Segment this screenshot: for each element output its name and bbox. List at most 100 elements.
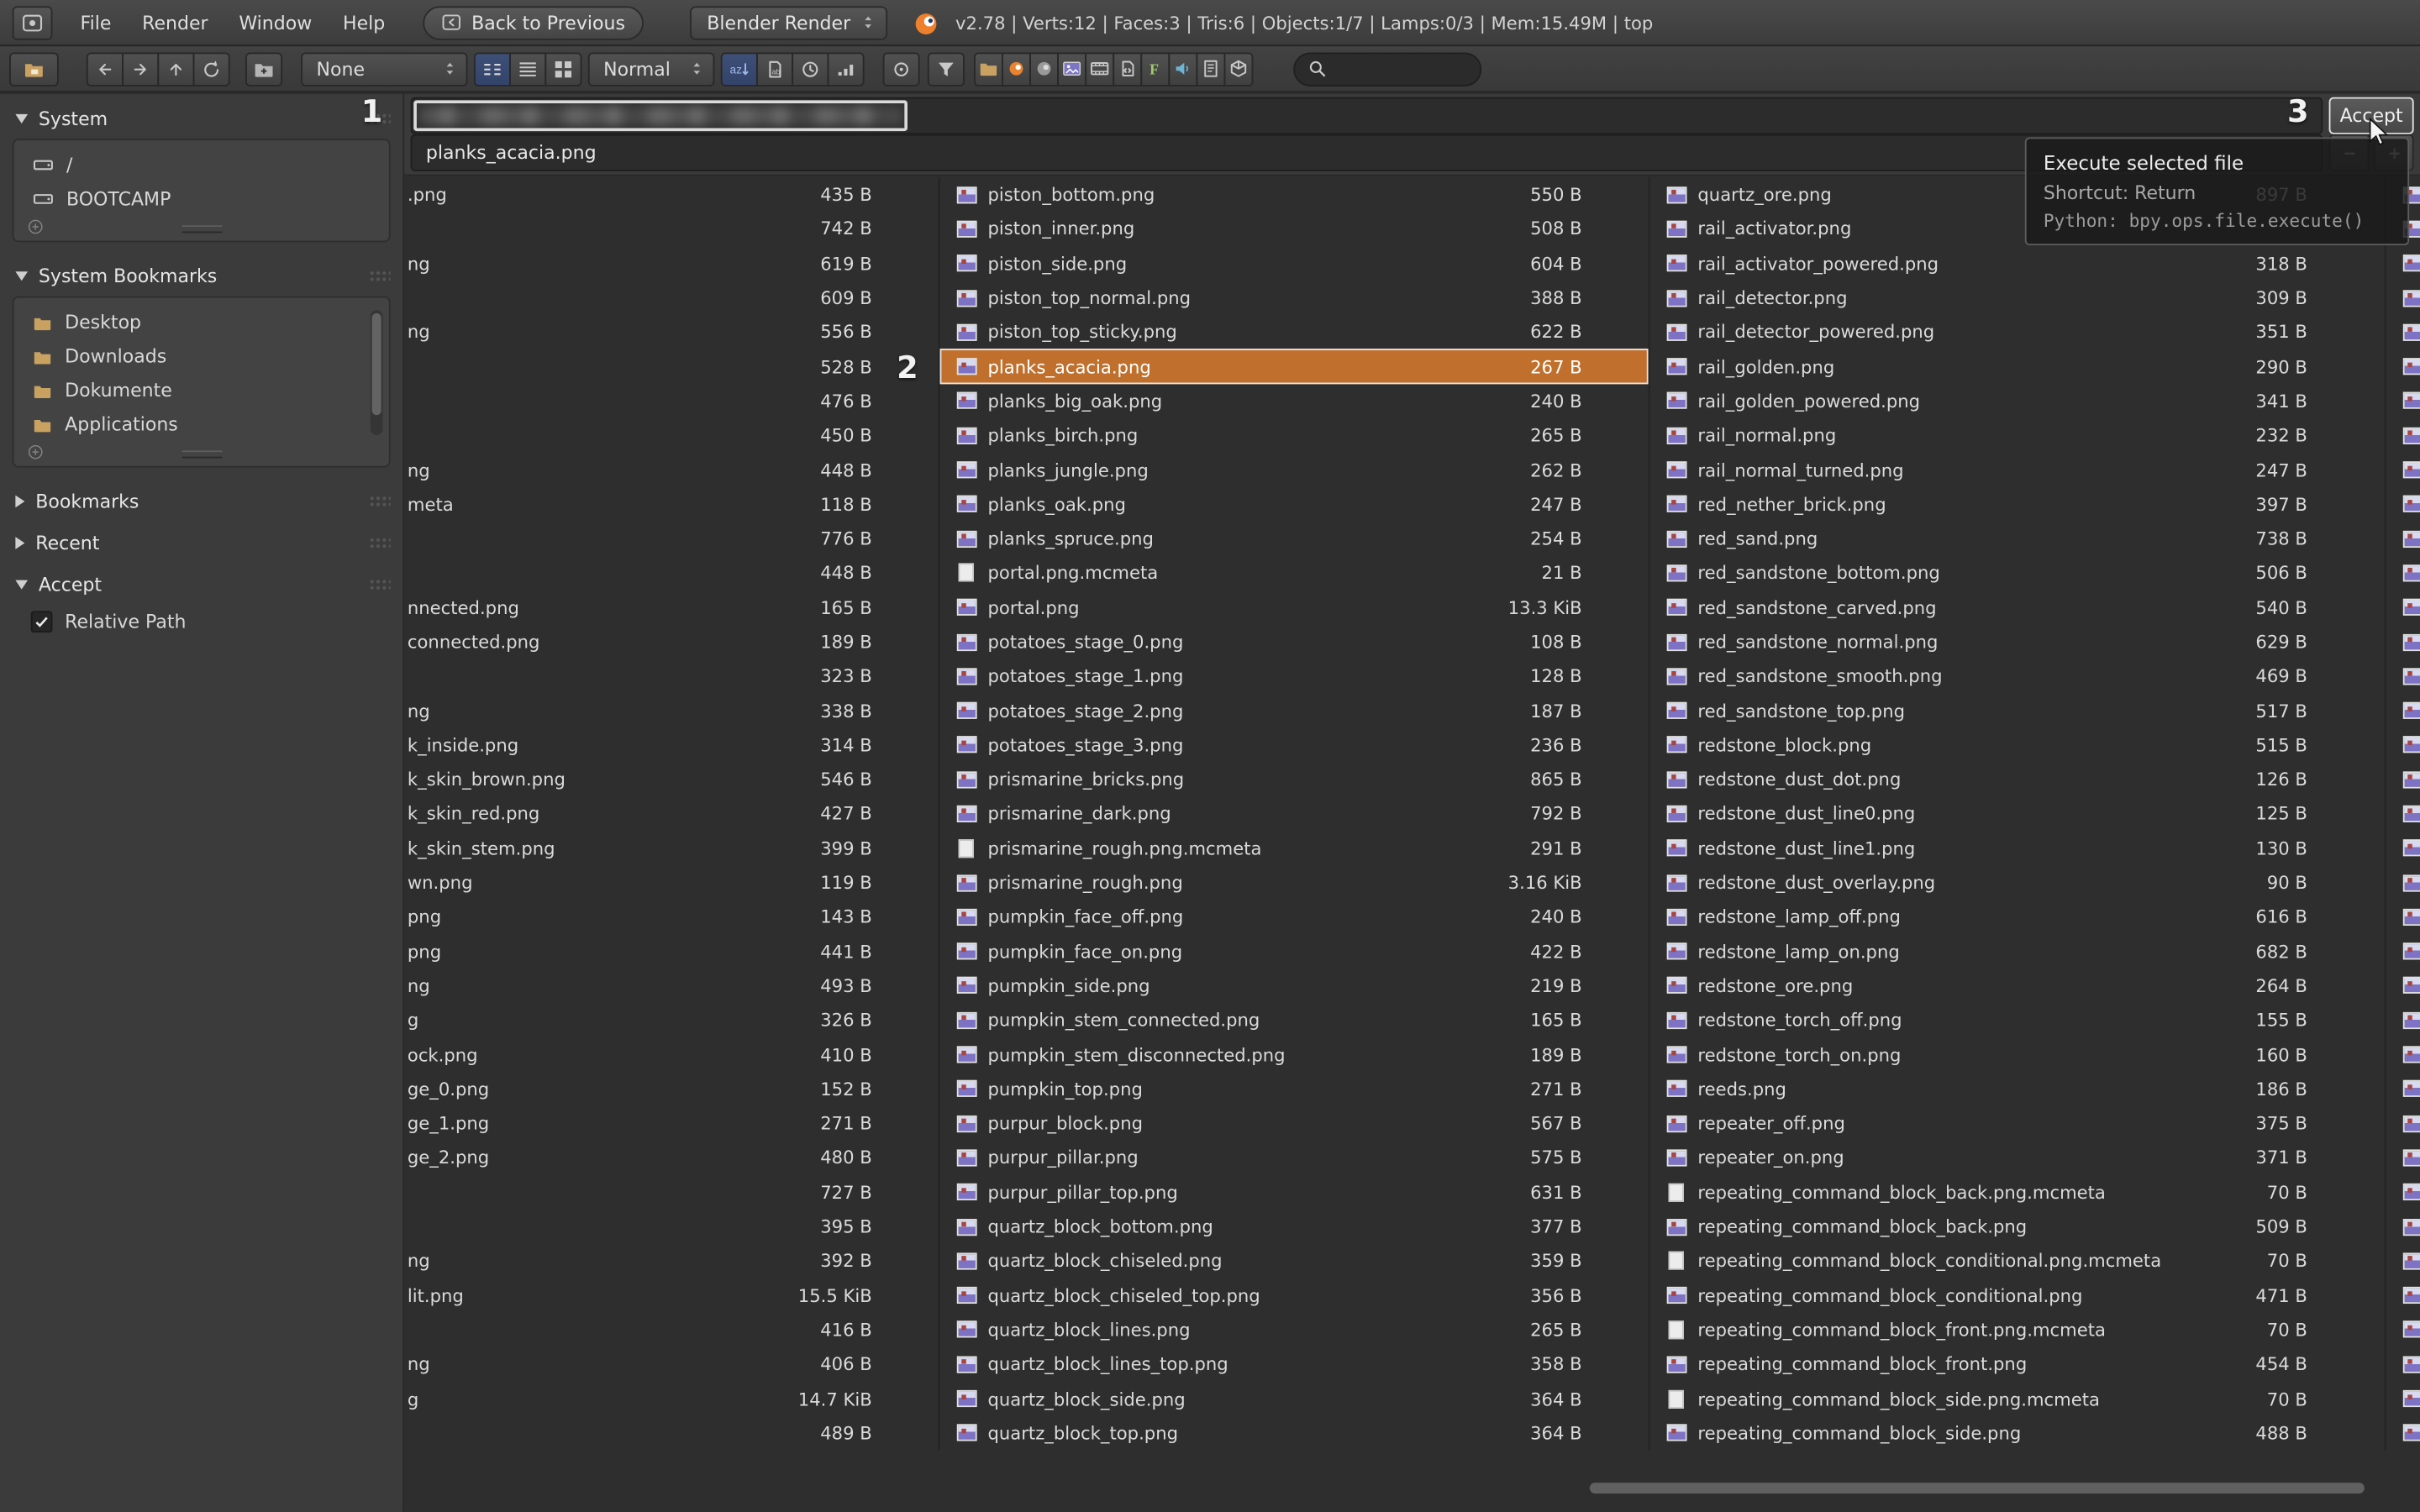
file-row[interactable]: red_nether_brick.png397 B [1649,487,2384,522]
file-row[interactable]: wn.png119 B [404,865,939,900]
file-row[interactable]: g14.7 KiB [404,1382,939,1416]
add-bookmark-icon[interactable] [26,443,45,461]
file-row[interactable]: 489 B [404,1416,939,1451]
file-row[interactable] [2386,900,2420,934]
file-row[interactable]: ge_1.png271 B [404,1106,939,1141]
file-row[interactable]: rail_normal_turned.png247 B [1649,453,2384,487]
file-row[interactable]: potatoes_stage_2.png187 B [940,694,1649,728]
panel-grip[interactable] [369,270,391,282]
menu-render[interactable]: Render [127,7,224,38]
file-row[interactable]: quartz_block_side.png364 B [940,1382,1649,1416]
bookmarks-scrollbar[interactable] [371,310,383,435]
sidebar-item-dokumente[interactable]: Dokumente [24,373,380,407]
panel-grip[interactable] [369,579,391,591]
file-row[interactable]: repeater_off.png375 B [1649,1106,2384,1141]
file-row[interactable]: pumpkin_stem_connected.png165 B [940,1003,1649,1037]
text-filter-toggle[interactable] [1196,52,1225,86]
file-row[interactable]: planks_jungle.png262 B [940,453,1649,487]
file-row[interactable] [2386,727,2420,762]
sort-alphabetical-button[interactable]: az [721,52,758,86]
back-to-previous-button[interactable]: Back to Previous [422,5,644,39]
file-row[interactable] [2386,418,2420,453]
directory-path-field[interactable] [411,97,2323,134]
file-row[interactable]: red_sandstone_carved.png540 B [1649,591,2384,625]
file-row[interactable]: planks_big_oak.png240 B [940,384,1649,418]
file-row[interactable] [2386,1210,2420,1244]
menu-window[interactable]: Window [224,7,328,38]
parent-directory-button[interactable] [157,52,194,86]
panel-grip[interactable] [369,537,391,549]
file-row[interactable]: rail_detector_powered.png351 B [1649,315,2384,349]
file-row[interactable]: ng619 B [404,246,939,281]
display-size-dropdown[interactable]: Normal [588,52,715,86]
file-row[interactable]: k_skin_red.png427 B [404,796,939,831]
file-row[interactable] [2386,831,2420,865]
file-row[interactable] [2386,246,2420,281]
file-row[interactable]: red_sandstone_smooth.png469 B [1649,659,2384,694]
file-row[interactable]: 450 B [404,418,939,453]
sidebar-item-[interactable]: / [24,148,380,181]
file-row[interactable]: 323 B [404,659,939,694]
script-filter-toggle[interactable] [1113,52,1142,86]
file-row[interactable]: k_skin_stem.png399 B [404,831,939,865]
file-row[interactable] [2386,453,2420,487]
file-row[interactable]: redstone_dust_dot.png126 B [1649,762,2384,796]
file-row[interactable]: repeating_command_block_side.png.mcmeta7… [1649,1382,2384,1416]
file-row[interactable]: redstone_dust_overlay.png90 B [1649,865,2384,900]
file-row[interactable] [2386,694,2420,728]
file-row[interactable]: potatoes_stage_3.png236 B [940,727,1649,762]
file-row[interactable]: g326 B [404,1003,939,1037]
file-row[interactable]: planks_oak.png247 B [940,487,1649,522]
datablock-filter-toggle[interactable] [1224,52,1254,86]
file-row[interactable]: connected.png189 B [404,625,939,659]
sort-extension-button[interactable]: ab [756,52,793,86]
file-row[interactable]: repeating_command_block_conditional.png.… [1649,1244,2384,1278]
sort-size-button[interactable] [827,52,864,86]
panel-grip[interactable] [369,496,391,508]
sidebar-item-desktop[interactable]: Desktop [24,306,380,339]
file-row[interactable] [2386,1313,2420,1347]
operator-panel-header[interactable]: Accept [0,560,402,602]
file-row[interactable]: redstone_lamp_off.png616 B [1649,900,2384,934]
file-row[interactable] [2386,1141,2420,1175]
file-row[interactable]: pumpkin_stem_disconnected.png189 B [940,1037,1649,1072]
file-row[interactable]: purpur_block.png567 B [940,1106,1649,1141]
file-row[interactable] [2386,384,2420,418]
file-row[interactable]: purpur_pillar_top.png631 B [940,1175,1649,1210]
editor-type-button[interactable] [13,5,53,39]
folder-filter-toggle[interactable] [974,52,1003,86]
scrollbar-thumb[interactable] [372,313,381,416]
movie-filter-toggle[interactable] [1085,52,1114,86]
file-row[interactable] [2386,934,2420,969]
image-filter-toggle[interactable] [1057,52,1086,86]
file-row[interactable]: repeating_command_block_front.png454 B [1649,1347,2384,1382]
file-row[interactable]: ng493 B [404,969,939,1003]
file-row[interactable]: ng392 B [404,1244,939,1278]
file-row[interactable]: planks_acacia.png267 B [940,349,1649,384]
file-row[interactable]: red_sandstone_normal.png629 B [1649,625,2384,659]
file-row[interactable]: ng448 B [404,453,939,487]
file-row[interactable] [2386,281,2420,315]
blend-filter-toggle[interactable] [1002,52,1031,86]
file-row[interactable]: pumpkin_face_off.png240 B [940,900,1649,934]
file-row[interactable] [2386,1382,2420,1416]
file-row[interactable] [2386,1347,2420,1382]
file-row[interactable]: portal.png13.3 KiB [940,591,1649,625]
file-row[interactable]: piston_inner.png508 B [940,212,1649,246]
file-row[interactable]: 448 B [404,556,939,591]
file-row[interactable] [2386,1037,2420,1072]
recent-folders-dropdown[interactable]: None [301,52,467,86]
file-row[interactable]: k_skin_brown.png546 B [404,762,939,796]
panel-resize-grip[interactable] [182,450,222,458]
file-row[interactable]: piston_side.png604 B [940,246,1649,281]
filter-files-toggle[interactable] [928,52,965,86]
file-row[interactable]: pumpkin_face_on.png422 B [940,934,1649,969]
file-row[interactable]: ng406 B [404,1347,939,1382]
sidebar-item-downloads[interactable]: Downloads [24,339,380,373]
file-row[interactable]: pumpkin_top.png271 B [940,1072,1649,1106]
menu-help[interactable]: Help [328,7,401,38]
recent-panel-header[interactable]: Recent [0,518,402,560]
file-row[interactable]: red_sand.png738 B [1649,522,2384,556]
font-filter-toggle[interactable]: F [1140,52,1170,86]
file-row[interactable]: redstone_dust_line0.png125 B [1649,796,2384,831]
